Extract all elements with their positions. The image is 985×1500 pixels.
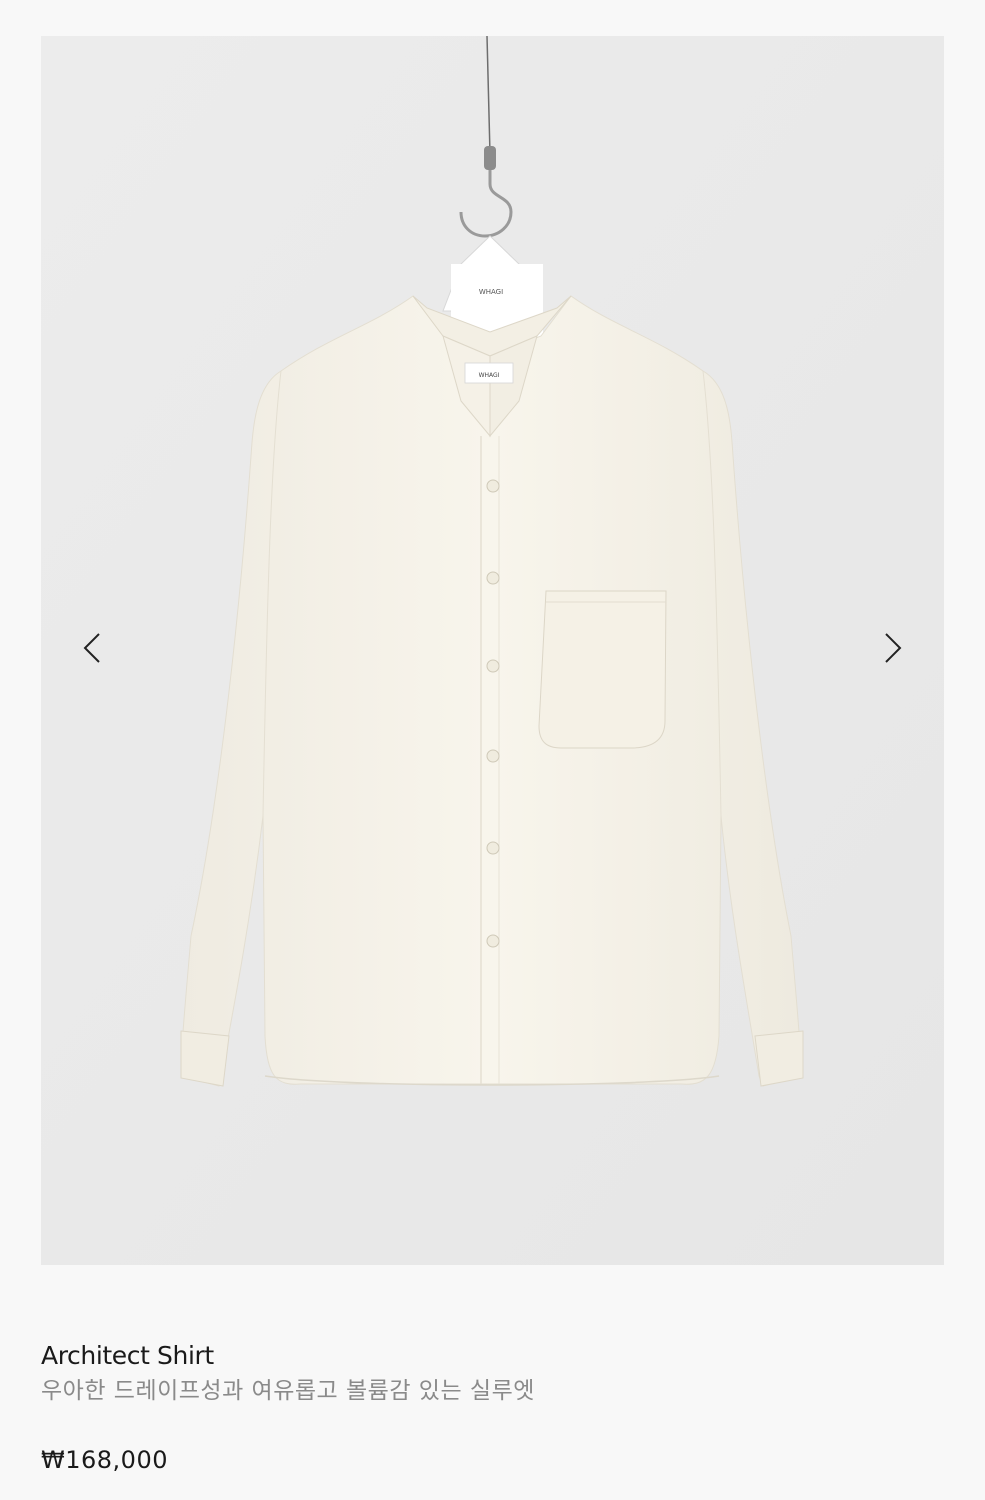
hanger-tag-text: WHAGI — [479, 288, 503, 296]
neck-label-text: WHAGI — [479, 372, 500, 379]
chevron-right-icon — [885, 633, 902, 663]
product-price: ₩168,000 — [41, 1446, 168, 1474]
product-image-gallery[interactable]: WHAGI WHAGI — [41, 36, 944, 1265]
product-page: WHAGI WHAGI Architect Shirt 우아한 드레이프성과 여… — [0, 0, 985, 1500]
next-image-button[interactable] — [868, 624, 916, 672]
product-name[interactable]: Architect Shirt — [41, 1338, 944, 1374]
product-photo: WHAGI WHAGI — [41, 36, 944, 1265]
previous-image-button[interactable] — [69, 624, 117, 672]
product-description: 우아한 드레이프성과 여유롭고 볼륨감 있는 실루엣 — [41, 1378, 535, 1404]
product-info: Architect Shirt 우아한 드레이프성과 여유롭고 볼륨감 있는 실… — [41, 1338, 944, 1408]
chevron-left-icon — [83, 633, 100, 663]
